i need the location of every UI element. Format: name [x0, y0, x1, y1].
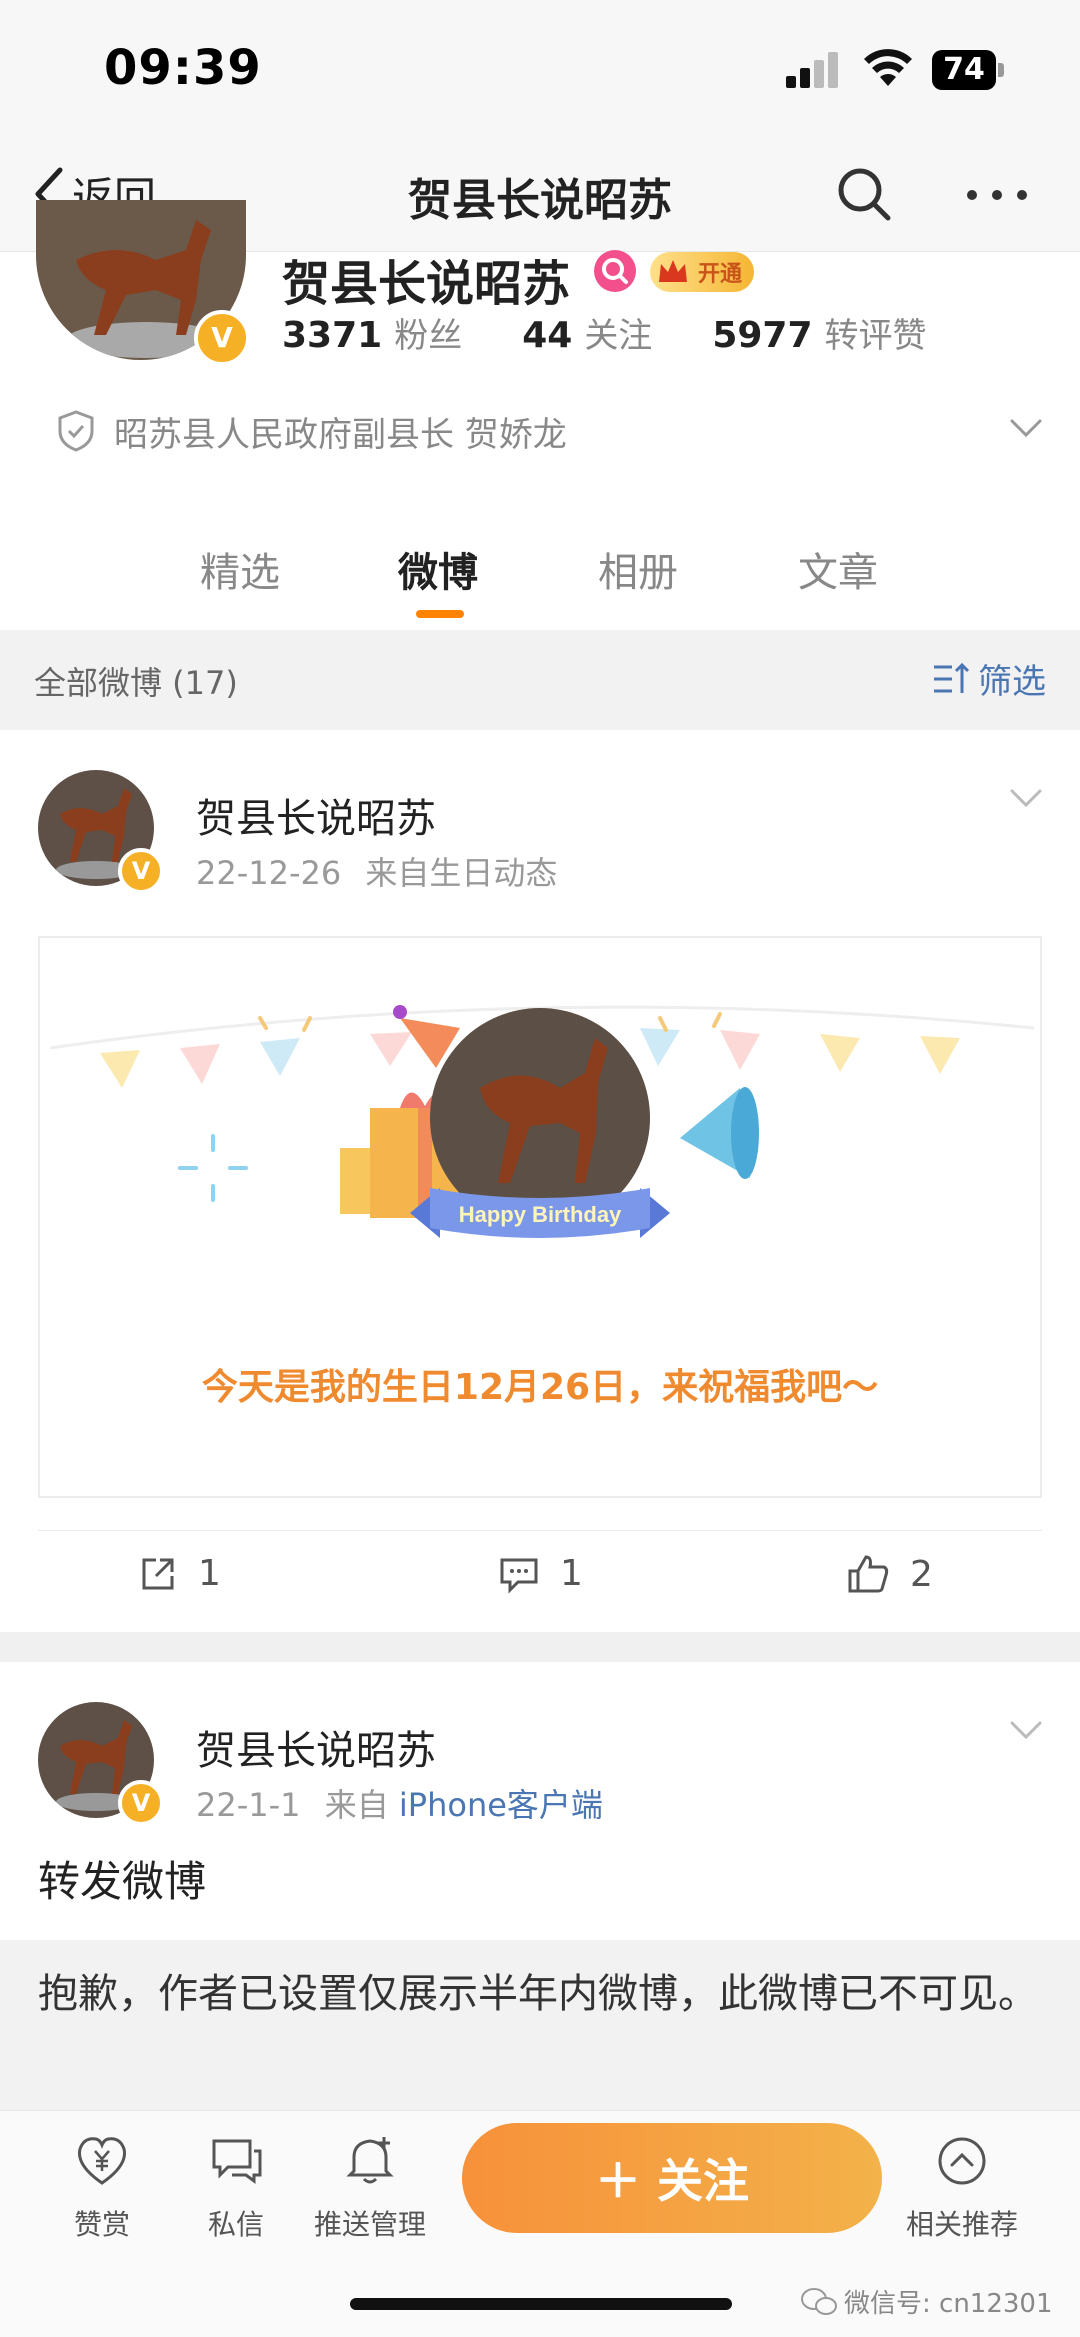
- chevron-down-icon[interactable]: [1008, 416, 1044, 440]
- stat-label: 关注: [584, 316, 653, 356]
- post-actions: 1 1 2: [38, 1530, 1042, 1630]
- tip-button[interactable]: 赞赏: [42, 2131, 162, 2243]
- repost-count: 1: [198, 1553, 221, 1594]
- stat-number: 5977: [712, 315, 813, 356]
- search-icon[interactable]: [834, 164, 894, 224]
- comment-count: 1: [560, 1553, 583, 1594]
- tab-active-indicator: [416, 610, 464, 618]
- filter-button[interactable]: 筛选: [932, 654, 1046, 703]
- stat-following[interactable]: 44 关注: [522, 308, 652, 357]
- message-label: 私信: [207, 2208, 264, 2241]
- post-author[interactable]: 贺县长说昭苏: [196, 786, 436, 844]
- shield-icon: [58, 410, 94, 452]
- hidden-notice: 抱歉，作者已设置仅展示半年内微博，此微博已不可见。: [0, 1940, 1080, 2110]
- crown-icon: [659, 260, 687, 282]
- verified-badge-icon: V: [118, 848, 164, 894]
- stat-number: 3371: [282, 315, 383, 356]
- birthday-card[interactable]: Happy Birthday 今天是我的生日12月26日，来祝福我吧～: [38, 936, 1042, 1498]
- stat-followers[interactable]: 3371 粉丝: [282, 308, 462, 357]
- tab-featured[interactable]: 精选: [200, 540, 280, 598]
- post-source-prefix: 来自: [324, 1786, 389, 1824]
- push-settings-label: 推送管理: [313, 2208, 426, 2241]
- post-date: 22-1-1: [196, 1786, 301, 1824]
- battery-level: 74: [932, 50, 996, 90]
- post-divider: [0, 1632, 1080, 1662]
- tab-weibo[interactable]: 微博: [398, 540, 478, 598]
- screen: 09:39 74 返回 贺县长说昭苏 V 贺县长说昭苏 开通 3371 粉丝 4…: [0, 0, 1080, 2337]
- chevron-down-icon[interactable]: [1008, 786, 1044, 810]
- stat-interactions: 5977 转评赞: [712, 308, 926, 357]
- stat-label: 粉丝: [394, 316, 463, 356]
- message-icon: [212, 2139, 262, 2184]
- post-author[interactable]: 贺县长说昭苏: [196, 1718, 436, 1776]
- wechat-icon: [801, 2287, 837, 2315]
- post-date: 22-12-26: [196, 854, 342, 892]
- post-source-link[interactable]: iPhone客户端: [399, 1786, 603, 1824]
- vip-open-badge[interactable]: 开通: [650, 252, 754, 292]
- vip-label: 开通: [697, 262, 742, 287]
- repost-icon: [142, 1558, 174, 1589]
- verified-badge-icon: V: [194, 310, 250, 366]
- comment-button[interactable]: 1: [498, 1553, 583, 1594]
- banner-text: Happy Birthday: [459, 1202, 622, 1227]
- heart-yen-icon: [77, 2137, 127, 2185]
- profile-tabs: 精选 微博 相册 文章: [0, 530, 1080, 630]
- filter-icon: [934, 662, 970, 693]
- push-settings-button[interactable]: 推送管理: [310, 2131, 430, 2243]
- signal-icon: [786, 52, 842, 88]
- post-text: 转发微博: [38, 1857, 207, 1906]
- status-time: 09:39: [104, 40, 262, 96]
- verified-badge-icon: V: [118, 1780, 164, 1826]
- recommend-button[interactable]: 相关推荐: [902, 2131, 1022, 2243]
- card-message: 今天是我的生日12月26日，来祝福我吧～: [201, 1367, 879, 1408]
- chevron-up-circle-icon: [938, 2137, 986, 2185]
- tab-album[interactable]: 相册: [598, 540, 678, 598]
- like-count: 2: [910, 1553, 933, 1595]
- message-button[interactable]: 私信: [176, 2131, 296, 2243]
- profile-name: 贺县长说昭苏: [282, 256, 571, 312]
- wechat-watermark: 微信号: cn12301: [800, 2283, 1053, 2320]
- battery-icon: 74: [932, 50, 1004, 90]
- bell-plus-icon: [346, 2137, 394, 2184]
- post-source: 来自生日动态: [365, 854, 558, 892]
- repost-button[interactable]: 1: [138, 1553, 221, 1594]
- status-bar: 09:39 74: [0, 0, 1080, 140]
- home-indicator: [350, 2298, 732, 2310]
- post-meta: 22-1-1 来自 iPhone客户端: [196, 1780, 603, 1826]
- stat-label: 转评赞: [824, 316, 927, 356]
- thumbs-up-icon: [848, 1555, 889, 1593]
- verification-row[interactable]: 昭苏县人民政府副县长 贺娇龙: [56, 406, 1046, 456]
- verification-text: 昭苏县人民政府副县长 贺娇龙: [114, 414, 567, 455]
- tab-articles[interactable]: 文章: [798, 540, 878, 598]
- post-meta: 22-12-26 来自生日动态: [196, 848, 557, 894]
- birthday-illustration: Happy Birthday: [49, 1005, 1035, 1238]
- follow-button[interactable]: ＋ 关注: [462, 2123, 882, 2233]
- search-badge-icon[interactable]: [594, 250, 636, 292]
- watermark-text: 微信号: cn12301: [844, 2289, 1053, 2319]
- stat-number: 44: [522, 315, 573, 356]
- wifi-icon: [864, 49, 912, 86]
- chevron-down-icon[interactable]: [1008, 1718, 1044, 1742]
- more-icon[interactable]: [962, 170, 1032, 220]
- recommend-label: 相关推荐: [905, 2208, 1018, 2241]
- profile-stats: 3371 粉丝 44 关注 5977 转评赞: [282, 308, 987, 357]
- like-button[interactable]: 2: [846, 1553, 933, 1595]
- filter-label: 筛选: [978, 662, 1046, 702]
- filter-bar: 全部微博 (17) 筛选: [0, 630, 1080, 730]
- comment-icon: [500, 1558, 538, 1594]
- weibo-count: 全部微博 (17): [34, 664, 238, 702]
- tip-label: 赞赏: [73, 2208, 130, 2241]
